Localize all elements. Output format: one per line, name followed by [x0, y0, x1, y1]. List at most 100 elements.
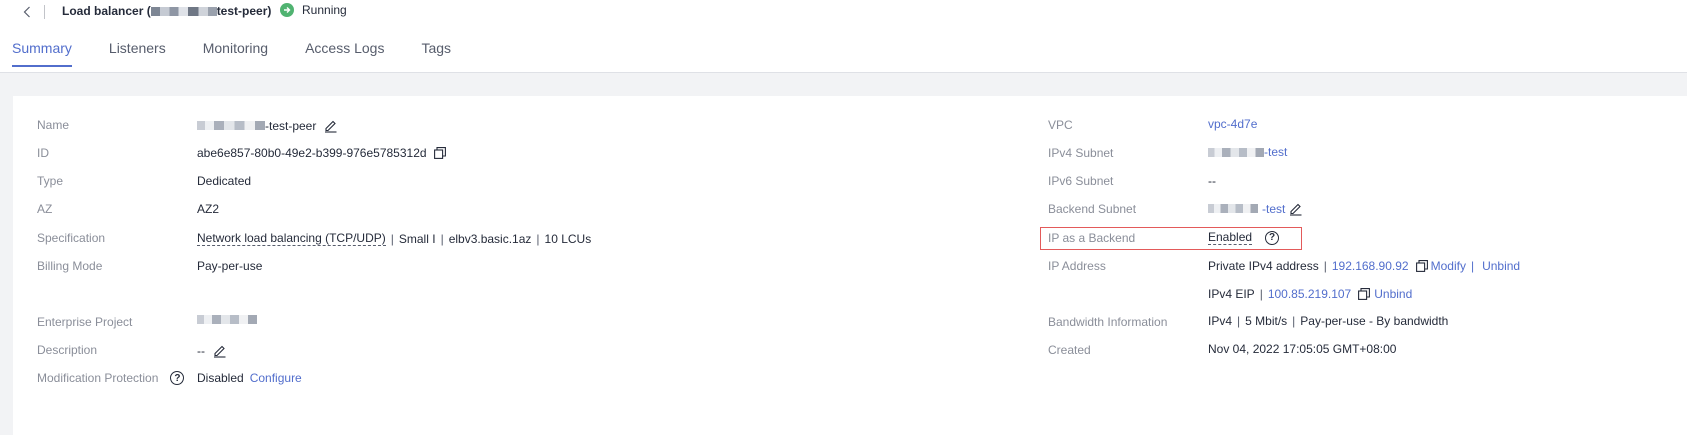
status-badge: Running [280, 3, 347, 17]
billing-value: Pay-per-use [197, 259, 263, 273]
help-icon[interactable]: ? [170, 371, 185, 385]
ipv4-subnet-value[interactable]: -test [1208, 145, 1287, 159]
vpc-label: VPC [1048, 118, 1073, 132]
billing-row: Billing Mode [37, 259, 102, 273]
highlight-box [1040, 227, 1302, 250]
billing-value-wrap: Pay-per-use [197, 259, 262, 273]
created-value-wrap: Nov 04, 2022 17:05:05 GMT+08:00 [1208, 342, 1396, 356]
bandwidth-ip-version: IPv4 [1208, 314, 1233, 328]
billing-label: Billing Mode [37, 259, 103, 273]
redacted-subnet [1208, 147, 1264, 157]
divider [44, 5, 45, 19]
name-row: Name [37, 118, 69, 132]
ipv4-subnet-label: IPv4 Subnet [1048, 146, 1114, 160]
modification-protection-label: Modification Protection [37, 371, 159, 385]
ipv4-subnet-link[interactable]: -test [1264, 145, 1287, 159]
edit-icon[interactable] [212, 343, 227, 358]
eip-line: IPv4 EIP | 100.85.219.107 Unbind [1208, 287, 1412, 301]
specification-lcus: 10 LCUs [544, 231, 592, 246]
tab-monitoring[interactable]: Monitoring [203, 40, 268, 67]
separator: | [440, 231, 444, 246]
redacted-subnet [1208, 204, 1258, 213]
copy-icon[interactable] [1358, 288, 1371, 300]
back-button[interactable] [20, 4, 34, 20]
bandwidth-speed: 5 Mbit/s [1245, 314, 1288, 328]
protection-status: Disabled [197, 371, 244, 385]
vpc-value-wrap: vpc-4d7e [1208, 117, 1257, 131]
vpc-row: VPC [1048, 118, 1073, 132]
type-value-wrap: Dedicated [197, 174, 251, 188]
modification-protection-value: Disabled Configure [197, 371, 302, 385]
redacted-name [197, 121, 265, 130]
modification-protection-row: Modification Protection ? [37, 371, 185, 385]
bandwidth-billing: Pay-per-use - By bandwidth [1300, 314, 1449, 328]
separator: | [1470, 259, 1475, 273]
description-value: -- [197, 343, 205, 358]
title-suffix: test-peer) [216, 4, 272, 18]
bandwidth-label: Bandwidth Information [1048, 315, 1168, 329]
bandwidth-value: IPv4 | 5 Mbit/s | Pay-per-use - By bandw… [1208, 314, 1448, 328]
summary-card: Name -test-peer ID abe6e857-80b0-49e2-b3… [13, 96, 1687, 435]
id-value-wrap: abe6e857-80b0-49e2-b399-976e5785312d [197, 146, 446, 160]
enterprise-project-label: Enterprise Project [37, 315, 133, 329]
specification-row: Specification [37, 231, 105, 245]
unbind-eip-link[interactable]: Unbind [1374, 287, 1412, 301]
ipv6-subnet-label: IPv6 Subnet [1048, 174, 1114, 188]
ip-address-label: IP Address [1048, 259, 1106, 273]
backend-subnet-row: Backend Subnet [1048, 202, 1136, 216]
specification-type-link[interactable]: Network load balancing (TCP/UDP) [197, 231, 386, 246]
backend-subnet-value: -test [1208, 201, 1303, 216]
name-label: Name [37, 118, 70, 132]
specification-size: Small I [398, 231, 436, 246]
unbind-private-ip-link[interactable]: Unbind [1482, 259, 1520, 273]
az-value: AZ2 [197, 202, 220, 216]
type-value: Dedicated [197, 174, 252, 188]
type-label: Type [37, 174, 64, 188]
backend-subnet-link[interactable]: -test [1262, 202, 1285, 216]
separator: | [1237, 314, 1241, 328]
description-label: Description [37, 343, 98, 357]
page-header: Load balancer ( test-peer) Running Summa… [0, 0, 1687, 73]
eip-label: IPv4 EIP [1208, 287, 1255, 301]
redacted-name [150, 6, 217, 16]
tab-tags[interactable]: Tags [421, 40, 451, 67]
modify-link[interactable]: Modify [1431, 259, 1466, 273]
az-value-wrap: AZ2 [197, 202, 219, 216]
description-row: Description [37, 343, 97, 357]
az-label: AZ [37, 202, 53, 216]
page-title: Load balancer ( test-peer) [62, 4, 271, 18]
title-prefix: Load balancer ( [62, 4, 151, 18]
id-row: ID [37, 146, 49, 160]
type-row: Type [37, 174, 63, 188]
specification-label: Specification [37, 231, 106, 245]
edit-icon[interactable] [1288, 201, 1303, 216]
specification-flavor: elbv3.basic.1az [448, 231, 532, 246]
copy-icon[interactable] [433, 147, 446, 159]
enterprise-project-row: Enterprise Project [37, 315, 132, 329]
tab-bar: Summary Listeners Monitoring Access Logs… [12, 40, 488, 67]
id-value: abe6e857-80b0-49e2-b399-976e5785312d [197, 146, 427, 160]
vpc-link[interactable]: vpc-4d7e [1208, 117, 1257, 131]
copy-icon[interactable] [1415, 260, 1428, 272]
separator: | [536, 231, 540, 246]
configure-link[interactable]: Configure [250, 371, 302, 385]
backend-subnet-label: Backend Subnet [1048, 202, 1137, 216]
bandwidth-row: Bandwidth Information [1048, 315, 1167, 329]
eip-link[interactable]: 100.85.219.107 [1268, 287, 1351, 301]
edit-icon[interactable] [323, 118, 338, 133]
tab-listeners[interactable]: Listeners [109, 40, 166, 67]
name-value: -test-peer [197, 118, 338, 133]
created-row: Created [1048, 343, 1091, 357]
private-ip-label: Private IPv4 address [1208, 259, 1319, 273]
enterprise-project-value [197, 315, 257, 324]
private-ip-link[interactable]: 192.168.90.92 [1332, 259, 1409, 273]
status-text: Running [302, 3, 347, 17]
ip-address-row: IP Address [1048, 259, 1106, 273]
tab-access-logs[interactable]: Access Logs [305, 40, 384, 67]
redacted-project [197, 315, 257, 324]
id-label: ID [37, 146, 49, 160]
ipv6-subnet-value-wrap: -- [1208, 174, 1216, 188]
name-suffix: -test-peer [265, 118, 317, 133]
tab-summary[interactable]: Summary [12, 40, 72, 67]
separator: | [1292, 314, 1296, 328]
